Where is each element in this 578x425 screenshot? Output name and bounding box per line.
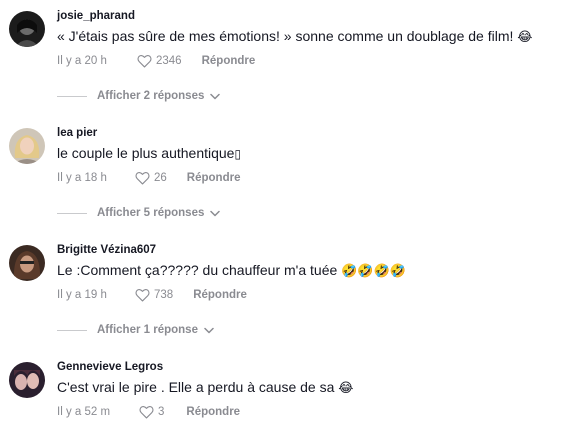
like-button[interactable]: 2346: [137, 54, 182, 68]
comment-text-body: C'est vrai le pire . Elle a perdu à caus…: [57, 379, 339, 395]
comment-item: Gennevieve Legros C'est vrai le pire . E…: [0, 351, 578, 425]
comment-text: « J'étais pas sûre de mes émotions! » so…: [57, 28, 532, 45]
view-replies-label: Afficher 2 réponses: [97, 90, 205, 102]
divider: [57, 212, 87, 214]
reply-button[interactable]: Répondre: [187, 172, 241, 184]
comment-text-body: « J'étais pas sûre de mes émotions! » so…: [57, 28, 518, 44]
view-replies-button[interactable]: Afficher 1 réponse: [57, 322, 214, 338]
divider: [57, 95, 87, 97]
comment-time: Il y a 18 h: [57, 172, 107, 184]
comment-text: C'est vrai le pire . Elle a perdu à caus…: [57, 379, 353, 396]
reply-button[interactable]: Répondre: [202, 55, 256, 67]
like-count: 26: [154, 172, 167, 184]
reply-button[interactable]: Répondre: [193, 289, 247, 301]
like-button[interactable]: 738: [135, 288, 173, 302]
comment-text: Le :Comment ça????? du chauffeur m'a tué…: [57, 262, 406, 279]
like-button[interactable]: 26: [135, 171, 167, 185]
comment-meta: Il y a 20 h 2346 Répondre: [57, 53, 255, 69]
avatar[interactable]: [9, 245, 45, 281]
comment-item: Brigitte Vézina607 Le :Comment ça????? d…: [0, 234, 578, 351]
comment-meta: Il y a 19 h 738 Répondre: [57, 287, 247, 303]
comment-time: Il y a 20 h: [57, 55, 107, 67]
laughing-emoji-icon: 😂: [517, 30, 533, 45]
like-count: 738: [154, 289, 174, 301]
view-replies-button[interactable]: Afficher 5 réponses: [57, 205, 221, 221]
chevron-down-icon: [210, 93, 221, 100]
comment-username[interactable]: Gennevieve Legros: [57, 361, 163, 373]
heart-outline-icon: [135, 289, 150, 302]
heart-outline-icon: [135, 172, 150, 185]
comment-username[interactable]: lea pier: [57, 127, 97, 139]
view-replies-label: Afficher 5 réponses: [97, 207, 205, 219]
comment-text-body: Le :Comment ça????? du chauffeur m'a tué…: [57, 262, 342, 278]
reply-button[interactable]: Répondre: [186, 406, 240, 418]
comment-meta: Il y a 18 h 26 Répondre: [57, 170, 240, 186]
avatar[interactable]: [9, 362, 45, 398]
heart-outline-icon: [139, 406, 154, 419]
chevron-down-icon: [210, 210, 221, 217]
view-replies-button[interactable]: Afficher 2 réponses: [57, 88, 221, 104]
comment-username[interactable]: josie_pharand: [57, 10, 135, 22]
comment-item: josie_pharand « J'étais pas sûre de mes …: [0, 0, 578, 117]
chevron-down-icon: [204, 327, 214, 334]
comment-text-body: le couple le plus authentique: [57, 145, 235, 161]
comment-text: le couple le plus authentique▯: [57, 145, 241, 161]
comment-username[interactable]: Brigitte Vézina607: [57, 244, 156, 256]
comment-time: Il y a 52 m: [57, 406, 111, 418]
heart-outline-icon: [137, 55, 152, 68]
view-replies-label: Afficher 1 réponse: [97, 324, 198, 336]
like-count: 3: [158, 406, 165, 418]
rofl-emoji-icon: 🤣🤣🤣🤣: [341, 264, 406, 279]
comment-meta: Il y a 52 m 3 Répondre: [57, 404, 240, 420]
comment-time: Il y a 19 h: [57, 289, 107, 301]
laughing-emoji-icon: 😂: [338, 381, 354, 396]
missing-glyph-icon: ▯: [234, 147, 242, 161]
comment-item: lea pier le couple le plus authentique▯ …: [0, 117, 578, 234]
like-count: 2346: [156, 55, 182, 67]
avatar[interactable]: [9, 128, 45, 164]
avatar[interactable]: [9, 11, 45, 47]
divider: [57, 329, 87, 331]
like-button[interactable]: 3: [139, 405, 164, 419]
